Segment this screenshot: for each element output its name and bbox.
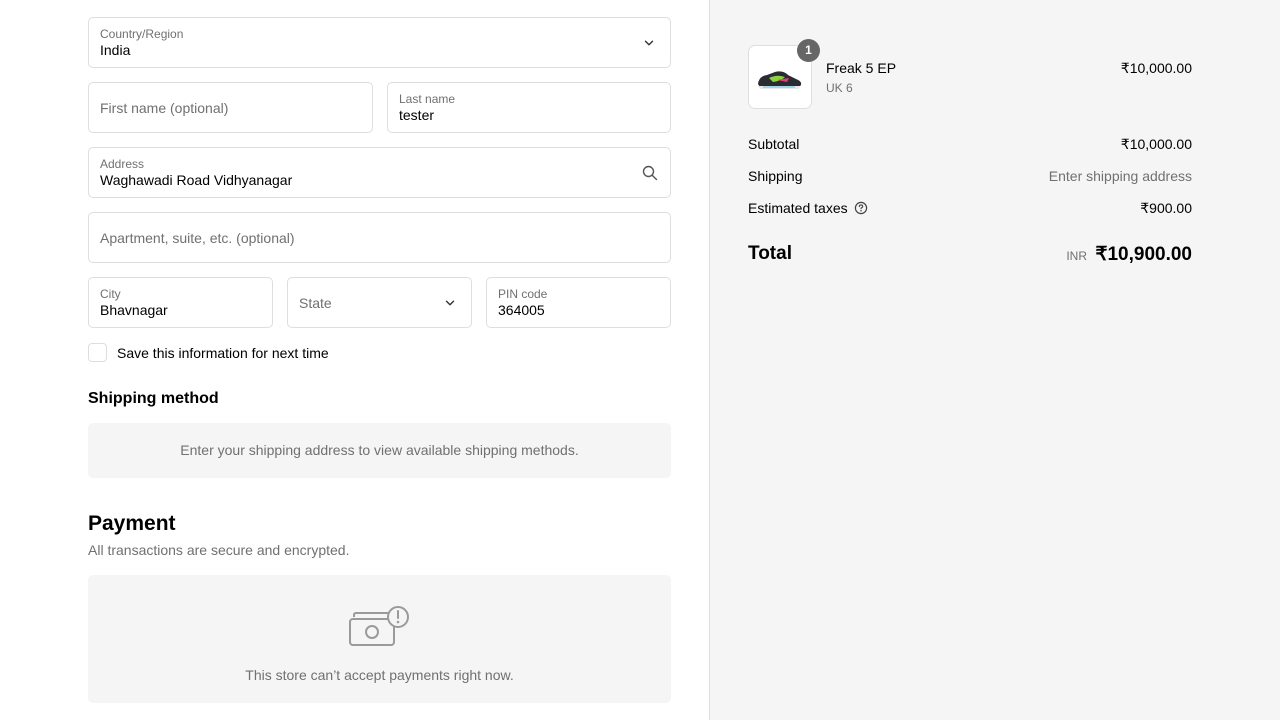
address-value: Waghawadi Road Vidhyanagar bbox=[100, 172, 293, 188]
total-currency: INR bbox=[1066, 249, 1087, 263]
shipping-method-heading: Shipping method bbox=[88, 390, 219, 407]
save-info-checkbox[interactable] bbox=[88, 343, 107, 362]
help-circle-icon[interactable] bbox=[854, 201, 868, 215]
last-name-field[interactable]: Last name tester bbox=[387, 82, 671, 133]
payment-unavailable-box: This store can’t accept payments right n… bbox=[88, 575, 671, 703]
first-name-placeholder: First name (optional) bbox=[100, 100, 229, 116]
pin-code-label: PIN code bbox=[498, 287, 548, 301]
estimated-taxes-row-label: Estimated taxes bbox=[748, 200, 868, 216]
estimated-taxes-label: Estimated taxes bbox=[748, 200, 848, 216]
country-value: India bbox=[100, 42, 131, 58]
chevron-down-icon bbox=[445, 300, 455, 305]
shoe-image bbox=[758, 71, 802, 89]
state-select[interactable]: State bbox=[287, 277, 472, 328]
search-icon[interactable] bbox=[642, 165, 658, 181]
product-price: ₹10,000.00 bbox=[1120, 60, 1192, 76]
apartment-field[interactable]: Apartment, suite, etc. (optional) bbox=[88, 212, 671, 263]
state-placeholder: State bbox=[299, 295, 332, 311]
payment-heading: Payment bbox=[88, 512, 176, 535]
pin-code-field[interactable]: PIN code 364005 bbox=[486, 277, 671, 328]
checkout-form-panel: ​ Country/Region India First name (optio… bbox=[0, 0, 709, 720]
chevron-down-icon bbox=[644, 40, 654, 45]
shipping-method-message: Enter your shipping address to view avai… bbox=[180, 442, 579, 458]
total-value: ₹10,900.00 bbox=[1095, 244, 1192, 265]
address-label: Address bbox=[100, 157, 145, 171]
country-label: Country/Region bbox=[100, 27, 184, 41]
product-variant: UK 6 bbox=[826, 81, 853, 95]
last-name-value: tester bbox=[399, 107, 435, 123]
city-label: City bbox=[100, 287, 121, 301]
product-name: Freak 5 EP bbox=[826, 60, 897, 76]
shipping-method-notice: Enter your shipping address to view avai… bbox=[88, 423, 671, 478]
estimated-taxes-value: ₹900.00 bbox=[1140, 200, 1192, 216]
cash-warning-icon bbox=[349, 606, 409, 646]
product-thumbnail: 1 bbox=[748, 39, 820, 109]
quantity-badge: 1 bbox=[797, 39, 820, 62]
payment-unavailable-message: This store can’t accept payments right n… bbox=[245, 667, 514, 683]
address-field[interactable]: Address Waghawadi Road Vidhyanagar bbox=[88, 147, 671, 198]
subtotal-value: ₹10,000.00 bbox=[1120, 136, 1192, 152]
last-name-label: Last name bbox=[399, 92, 456, 106]
city-value: Bhavnagar bbox=[100, 302, 168, 318]
shipping-value: Enter shipping address bbox=[1048, 168, 1192, 184]
payment-subtitle: All transactions are secure and encrypte… bbox=[88, 542, 350, 558]
subtotal-label: Subtotal bbox=[748, 136, 800, 152]
city-field[interactable]: City Bhavnagar bbox=[88, 277, 273, 328]
save-info-label[interactable]: Save this information for next time bbox=[117, 345, 329, 361]
apartment-placeholder: Apartment, suite, etc. (optional) bbox=[100, 230, 295, 246]
pin-code-value: 364005 bbox=[498, 302, 545, 318]
shipping-label: Shipping bbox=[748, 168, 803, 184]
first-name-field[interactable]: First name (optional) bbox=[88, 82, 373, 133]
country-select[interactable]: Country/Region India bbox=[88, 17, 671, 68]
total-label: Total bbox=[748, 243, 792, 264]
